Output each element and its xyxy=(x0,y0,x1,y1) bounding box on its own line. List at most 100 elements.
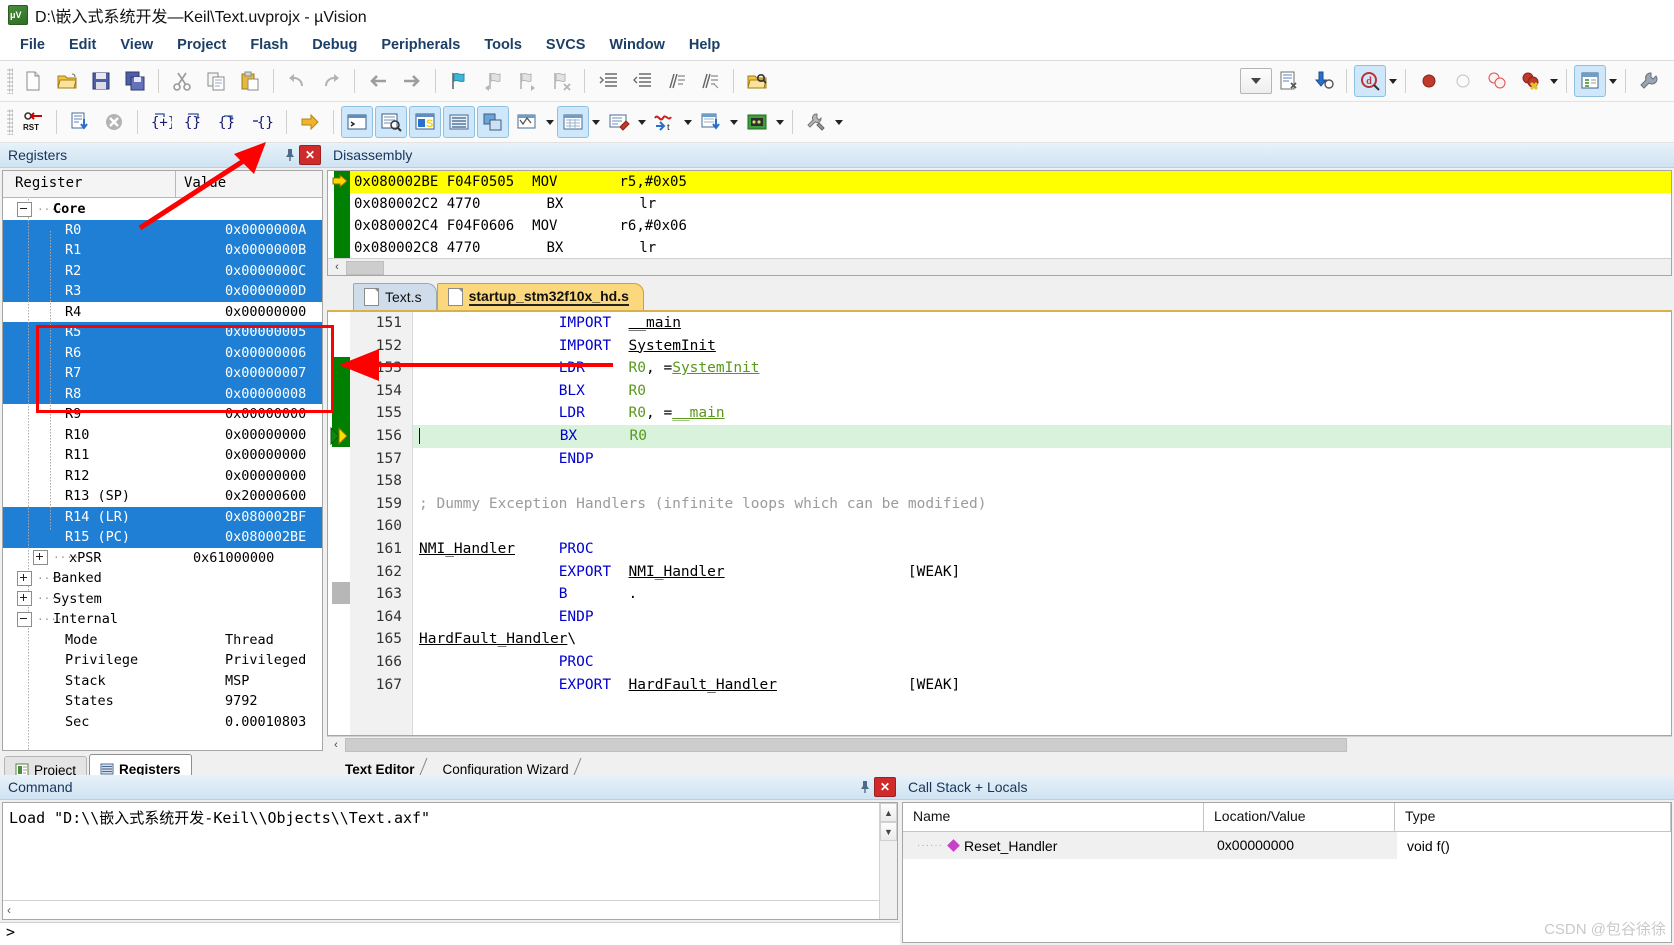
expand-toggle-icon[interactable] xyxy=(33,550,48,566)
menu-peripherals[interactable]: Peripherals xyxy=(369,34,472,56)
disassembly-gutter[interactable] xyxy=(328,171,350,258)
editor-tab-startup-stm32f10x-hd-s[interactable]: startup_stm32f10x_hd.s xyxy=(436,283,644,310)
code-line[interactable]: IMPORT SystemInit xyxy=(413,335,1671,358)
download-icon[interactable] xyxy=(1307,65,1339,97)
code-line[interactable]: ENDP xyxy=(413,448,1671,471)
call-stack-window-icon[interactable] xyxy=(477,106,509,138)
command-window-icon[interactable] xyxy=(341,106,373,138)
configure-icon[interactable] xyxy=(1633,65,1665,97)
save-icon[interactable] xyxy=(85,65,117,97)
internal-row-mode[interactable]: Mode Thread xyxy=(3,630,322,651)
bookmark-clear-icon[interactable] xyxy=(545,65,577,97)
redo-icon[interactable] xyxy=(315,65,347,97)
manage-windows-dropdown-icon[interactable] xyxy=(1607,66,1619,96)
breakpoints-dropdown-icon[interactable] xyxy=(1548,66,1560,96)
collapse-toggle-icon[interactable] xyxy=(17,201,32,217)
show-next-statement-icon[interactable] xyxy=(294,106,326,138)
toolbar-grip[interactable] xyxy=(7,109,13,135)
scroll-up-icon[interactable]: ▲ xyxy=(880,803,897,822)
menu-flash[interactable]: Flash xyxy=(238,34,300,56)
scroll-down-icon[interactable]: ▼ xyxy=(880,822,897,841)
toolbox-dropdown-icon[interactable] xyxy=(833,107,845,137)
tree-group-banked[interactable]: ···· Banked xyxy=(3,568,322,589)
navigate-forward-icon[interactable] xyxy=(396,65,428,97)
memory-window-icon[interactable] xyxy=(557,106,589,138)
outdent-icon[interactable] xyxy=(626,65,658,97)
editor-text-area[interactable]: 151 152 153 154 155 156 157 158 159 160 … xyxy=(327,310,1672,736)
indent-icon[interactable] xyxy=(592,65,624,97)
serial-dropdown-icon[interactable] xyxy=(636,107,648,137)
tree-group-system[interactable]: ···· System xyxy=(3,589,322,610)
cut-icon[interactable] xyxy=(166,65,198,97)
bookmark-next-icon[interactable] xyxy=(511,65,543,97)
open-file-icon[interactable] xyxy=(51,65,83,97)
menu-edit[interactable]: Edit xyxy=(57,34,108,56)
code-line[interactable]: B . xyxy=(413,583,1671,606)
disable-breakpoint-icon[interactable] xyxy=(1447,65,1479,97)
pin-icon[interactable] xyxy=(856,777,874,797)
code-line[interactable]: EXPORT HardFault_Handler [WEAK] xyxy=(413,674,1671,697)
step-out-icon[interactable]: {} xyxy=(213,106,245,138)
step-over-icon[interactable]: {} xyxy=(179,106,211,138)
code-line-current[interactable]: BX R0 xyxy=(413,424,1671,448)
registers-window-icon[interactable] xyxy=(443,106,475,138)
undo-icon[interactable] xyxy=(281,65,313,97)
disassembly-window-icon[interactable] xyxy=(375,106,407,138)
run-to-cursor-icon[interactable]: {} xyxy=(247,106,279,138)
menu-view[interactable]: View xyxy=(108,34,165,56)
expand-toggle-icon[interactable] xyxy=(17,591,32,607)
kill-all-breakpoints-icon[interactable] xyxy=(1515,65,1547,97)
code-line[interactable]: PROC xyxy=(413,651,1671,674)
code-line[interactable] xyxy=(413,515,1671,538)
uncomment-icon[interactable] xyxy=(694,65,726,97)
code-line[interactable] xyxy=(413,470,1671,493)
register-row-xpsr[interactable]: ···· xPSR 0x61000000 xyxy=(3,548,322,569)
scroll-thumb[interactable] xyxy=(345,738,1347,752)
toolbox-icon[interactable] xyxy=(800,106,832,138)
menu-project[interactable]: Project xyxy=(165,34,238,56)
paste-icon[interactable] xyxy=(234,65,266,97)
editor-hscrollbar[interactable]: ‹ xyxy=(327,736,1672,753)
comment-icon[interactable] xyxy=(660,65,692,97)
internal-row-stack[interactable]: Stack MSP xyxy=(3,671,322,692)
collapse-toggle-icon[interactable] xyxy=(17,611,32,627)
menu-help[interactable]: Help xyxy=(677,34,732,56)
analysis-dropdown-icon[interactable] xyxy=(682,107,694,137)
disable-all-breakpoints-icon[interactable] xyxy=(1481,65,1513,97)
code-line[interactable]: LDR R0, =SystemInit xyxy=(413,357,1671,380)
tree-group-core[interactable]: ···· Core xyxy=(3,199,322,220)
code-line[interactable]: EXPORT NMI_Handler [WEAK] xyxy=(413,561,1671,584)
close-icon[interactable]: ✕ xyxy=(299,145,321,165)
editor-code-lines[interactable]: IMPORT __main IMPORT SystemInit LDR R0, … xyxy=(413,312,1671,735)
disassembly-line[interactable]: 0x080002BE F04F0505 MOV r5,#0x05 xyxy=(350,171,1671,193)
menu-debug[interactable]: Debug xyxy=(300,34,369,56)
navigate-back-icon[interactable] xyxy=(362,65,394,97)
start-debug-dropdown-icon[interactable] xyxy=(1387,66,1399,96)
analysis-window-icon[interactable]: t xyxy=(649,106,681,138)
menu-file[interactable]: File xyxy=(8,34,57,56)
expand-toggle-icon[interactable] xyxy=(17,570,32,586)
code-line[interactable]: ENDP xyxy=(413,606,1671,629)
command-output-area[interactable]: Load "D:\\嵌入式系统开发-Keil\\Objects\\Text.ax… xyxy=(2,802,898,920)
trace-window-icon[interactable] xyxy=(695,106,727,138)
disassembly-hscrollbar[interactable]: ‹ xyxy=(328,258,1671,275)
command-hscrollbar[interactable]: ‹ › xyxy=(3,900,897,919)
code-line[interactable]: IMPORT __main xyxy=(413,312,1671,335)
scroll-left-icon[interactable]: ‹ xyxy=(7,903,11,917)
close-icon[interactable]: ✕ xyxy=(874,777,896,797)
scroll-thumb[interactable] xyxy=(346,261,384,275)
reset-cpu-icon[interactable]: RST xyxy=(17,106,49,138)
bookmark-toggle-icon[interactable] xyxy=(443,65,475,97)
new-file-icon[interactable] xyxy=(17,65,49,97)
trace-dropdown-icon[interactable] xyxy=(728,107,740,137)
command-input[interactable]: > xyxy=(0,922,900,945)
code-line[interactable]: NMI_Handler PROC xyxy=(413,538,1671,561)
serial-window-icon[interactable] xyxy=(603,106,635,138)
watch-window-icon[interactable] xyxy=(511,106,543,138)
run-icon[interactable] xyxy=(64,106,96,138)
internal-row-sec[interactable]: Sec 0.00010803 xyxy=(3,712,322,733)
code-line[interactable]: ; Dummy Exception Handlers (infinite loo… xyxy=(413,493,1671,516)
code-line[interactable]: HardFault_Handler\ xyxy=(413,628,1671,651)
system-viewer-dropdown-icon[interactable] xyxy=(774,107,786,137)
target-combo[interactable] xyxy=(1240,68,1272,94)
